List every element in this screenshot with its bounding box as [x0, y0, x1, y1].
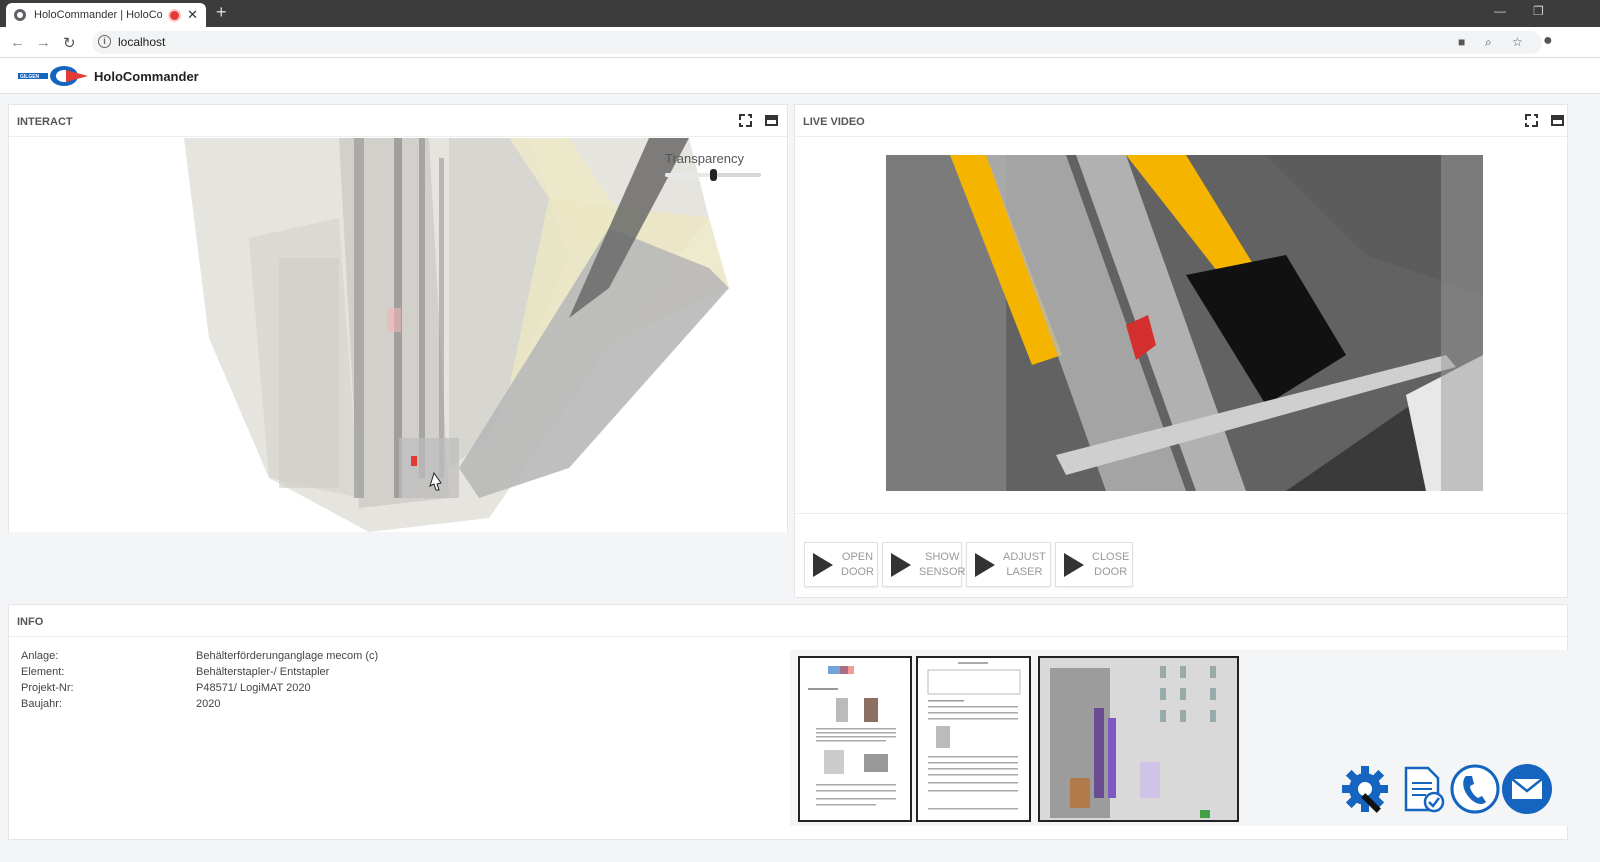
document-thumbnail-3[interactable] [1038, 656, 1239, 822]
document-thumbnail-1[interactable] [798, 656, 912, 822]
transparency-slider[interactable] [665, 169, 761, 181]
tab-close-icon[interactable]: ✕ [187, 7, 198, 23]
play-icon [813, 552, 833, 577]
document-preview [1040, 658, 1237, 820]
interact-panel: INTERACT Transparency [8, 104, 788, 532]
document-preview [808, 666, 896, 806]
show-sensor-button[interactable]: SHOW SENSOR [882, 542, 966, 587]
button-label-line2: DOOR [841, 565, 874, 578]
document-thumbnail-2[interactable] [916, 656, 1031, 822]
info-key: Anlage: [21, 650, 59, 662]
button-label-line1: SHOW [925, 550, 960, 563]
url-text: localhost [118, 35, 166, 49]
minimize-panel-icon[interactable] [1551, 115, 1564, 126]
svg-text:GILGEN: GILGEN [20, 74, 40, 80]
info-key: Baujahr: [21, 698, 62, 710]
zoom-icon[interactable]: ⌕ [1485, 35, 1492, 50]
interact-panel-header: INTERACT [9, 105, 787, 137]
adjust-laser-button[interactable]: ADJUST LASER [966, 542, 1051, 587]
company-logo: GILGEN [18, 66, 88, 86]
camera-icon[interactable]: ■ [1458, 35, 1465, 49]
button-label-line1: CLOSE [1092, 550, 1130, 563]
phone-icon[interactable] [1448, 762, 1502, 816]
fullscreen-icon[interactable] [1525, 114, 1538, 127]
info-key: Element: [21, 666, 65, 678]
app-header: GILGEN HoloCommander [0, 58, 1600, 94]
browser-tab-bar: HoloCommander | HoloCom ✕ + — ❐ [0, 0, 1600, 27]
document-check-icon[interactable] [1396, 762, 1450, 816]
reload-icon[interactable]: ↻ [63, 34, 76, 52]
button-label-line1: ADJUST [1003, 550, 1046, 563]
transparency-label: Transparency [665, 151, 744, 166]
document-preview [927, 662, 1021, 810]
minimize-panel-icon[interactable] [765, 115, 778, 126]
fullscreen-icon[interactable] [739, 114, 752, 127]
divider [795, 513, 1567, 514]
video-frame [886, 155, 1483, 491]
3d-machine-model[interactable] [9, 138, 787, 532]
transparency-slider-fill [665, 173, 713, 177]
info-value: 2020 [196, 698, 221, 710]
play-icon [891, 552, 911, 577]
close-door-button[interactable]: CLOSE DOOR [1055, 542, 1133, 587]
3d-model-viewport[interactable]: Transparency [9, 138, 787, 532]
new-tab-button[interactable]: + [216, 2, 227, 23]
button-label-line2: LASER [1006, 565, 1043, 578]
live-video-feed[interactable] [886, 155, 1483, 491]
forward-arrow-icon[interactable]: → [36, 34, 51, 51]
info-value: Behälterstapler-/ Entstapler [196, 666, 330, 678]
open-door-button[interactable]: OPEN DOOR [804, 542, 878, 587]
info-value: Behälterförderunganglage mecom (c) [196, 650, 379, 662]
profile-icon[interactable]: ● [1543, 32, 1553, 50]
live-video-panel-header: LIVE VIDEO [795, 105, 1567, 137]
info-value: P48571/ LogiMAT 2020 [196, 682, 311, 694]
live-video-panel-title: LIVE VIDEO [803, 116, 865, 128]
bookmark-star-icon[interactable]: ☆ [1512, 35, 1523, 49]
interact-panel-title: INTERACT [17, 116, 73, 128]
info-panel-title: INFO [17, 616, 44, 628]
info-key: Projekt-Nr: [21, 682, 74, 694]
minimize-button[interactable]: — [1494, 4, 1506, 18]
restore-button[interactable]: ❐ [1533, 4, 1544, 18]
site-info-icon[interactable]: i [98, 35, 111, 48]
url-field[interactable]: i localhost [92, 31, 1542, 54]
play-icon [1064, 552, 1084, 577]
button-label-line1: OPEN [841, 550, 874, 563]
browser-tab[interactable]: HoloCommander | HoloCom ✕ [6, 3, 206, 27]
button-label-line2: SENSOR [919, 565, 966, 578]
app-title: HoloCommander [94, 69, 199, 84]
button-label-line2: DOOR [1094, 565, 1128, 578]
play-icon [975, 552, 995, 577]
info-panel-header: INFO [9, 605, 1567, 637]
address-bar-row: ← → ↻ i localhost ■ ⌕ ☆ ● [0, 27, 1600, 58]
globe-icon [14, 9, 26, 21]
transparency-slider-thumb[interactable] [710, 169, 717, 181]
tab-title: HoloCommander | HoloCom [34, 9, 163, 21]
back-arrow-icon[interactable]: ← [10, 34, 25, 51]
mail-icon[interactable] [1500, 762, 1554, 816]
settings-gear-wrench-icon[interactable] [1338, 762, 1392, 816]
recording-indicator-icon [170, 10, 180, 20]
